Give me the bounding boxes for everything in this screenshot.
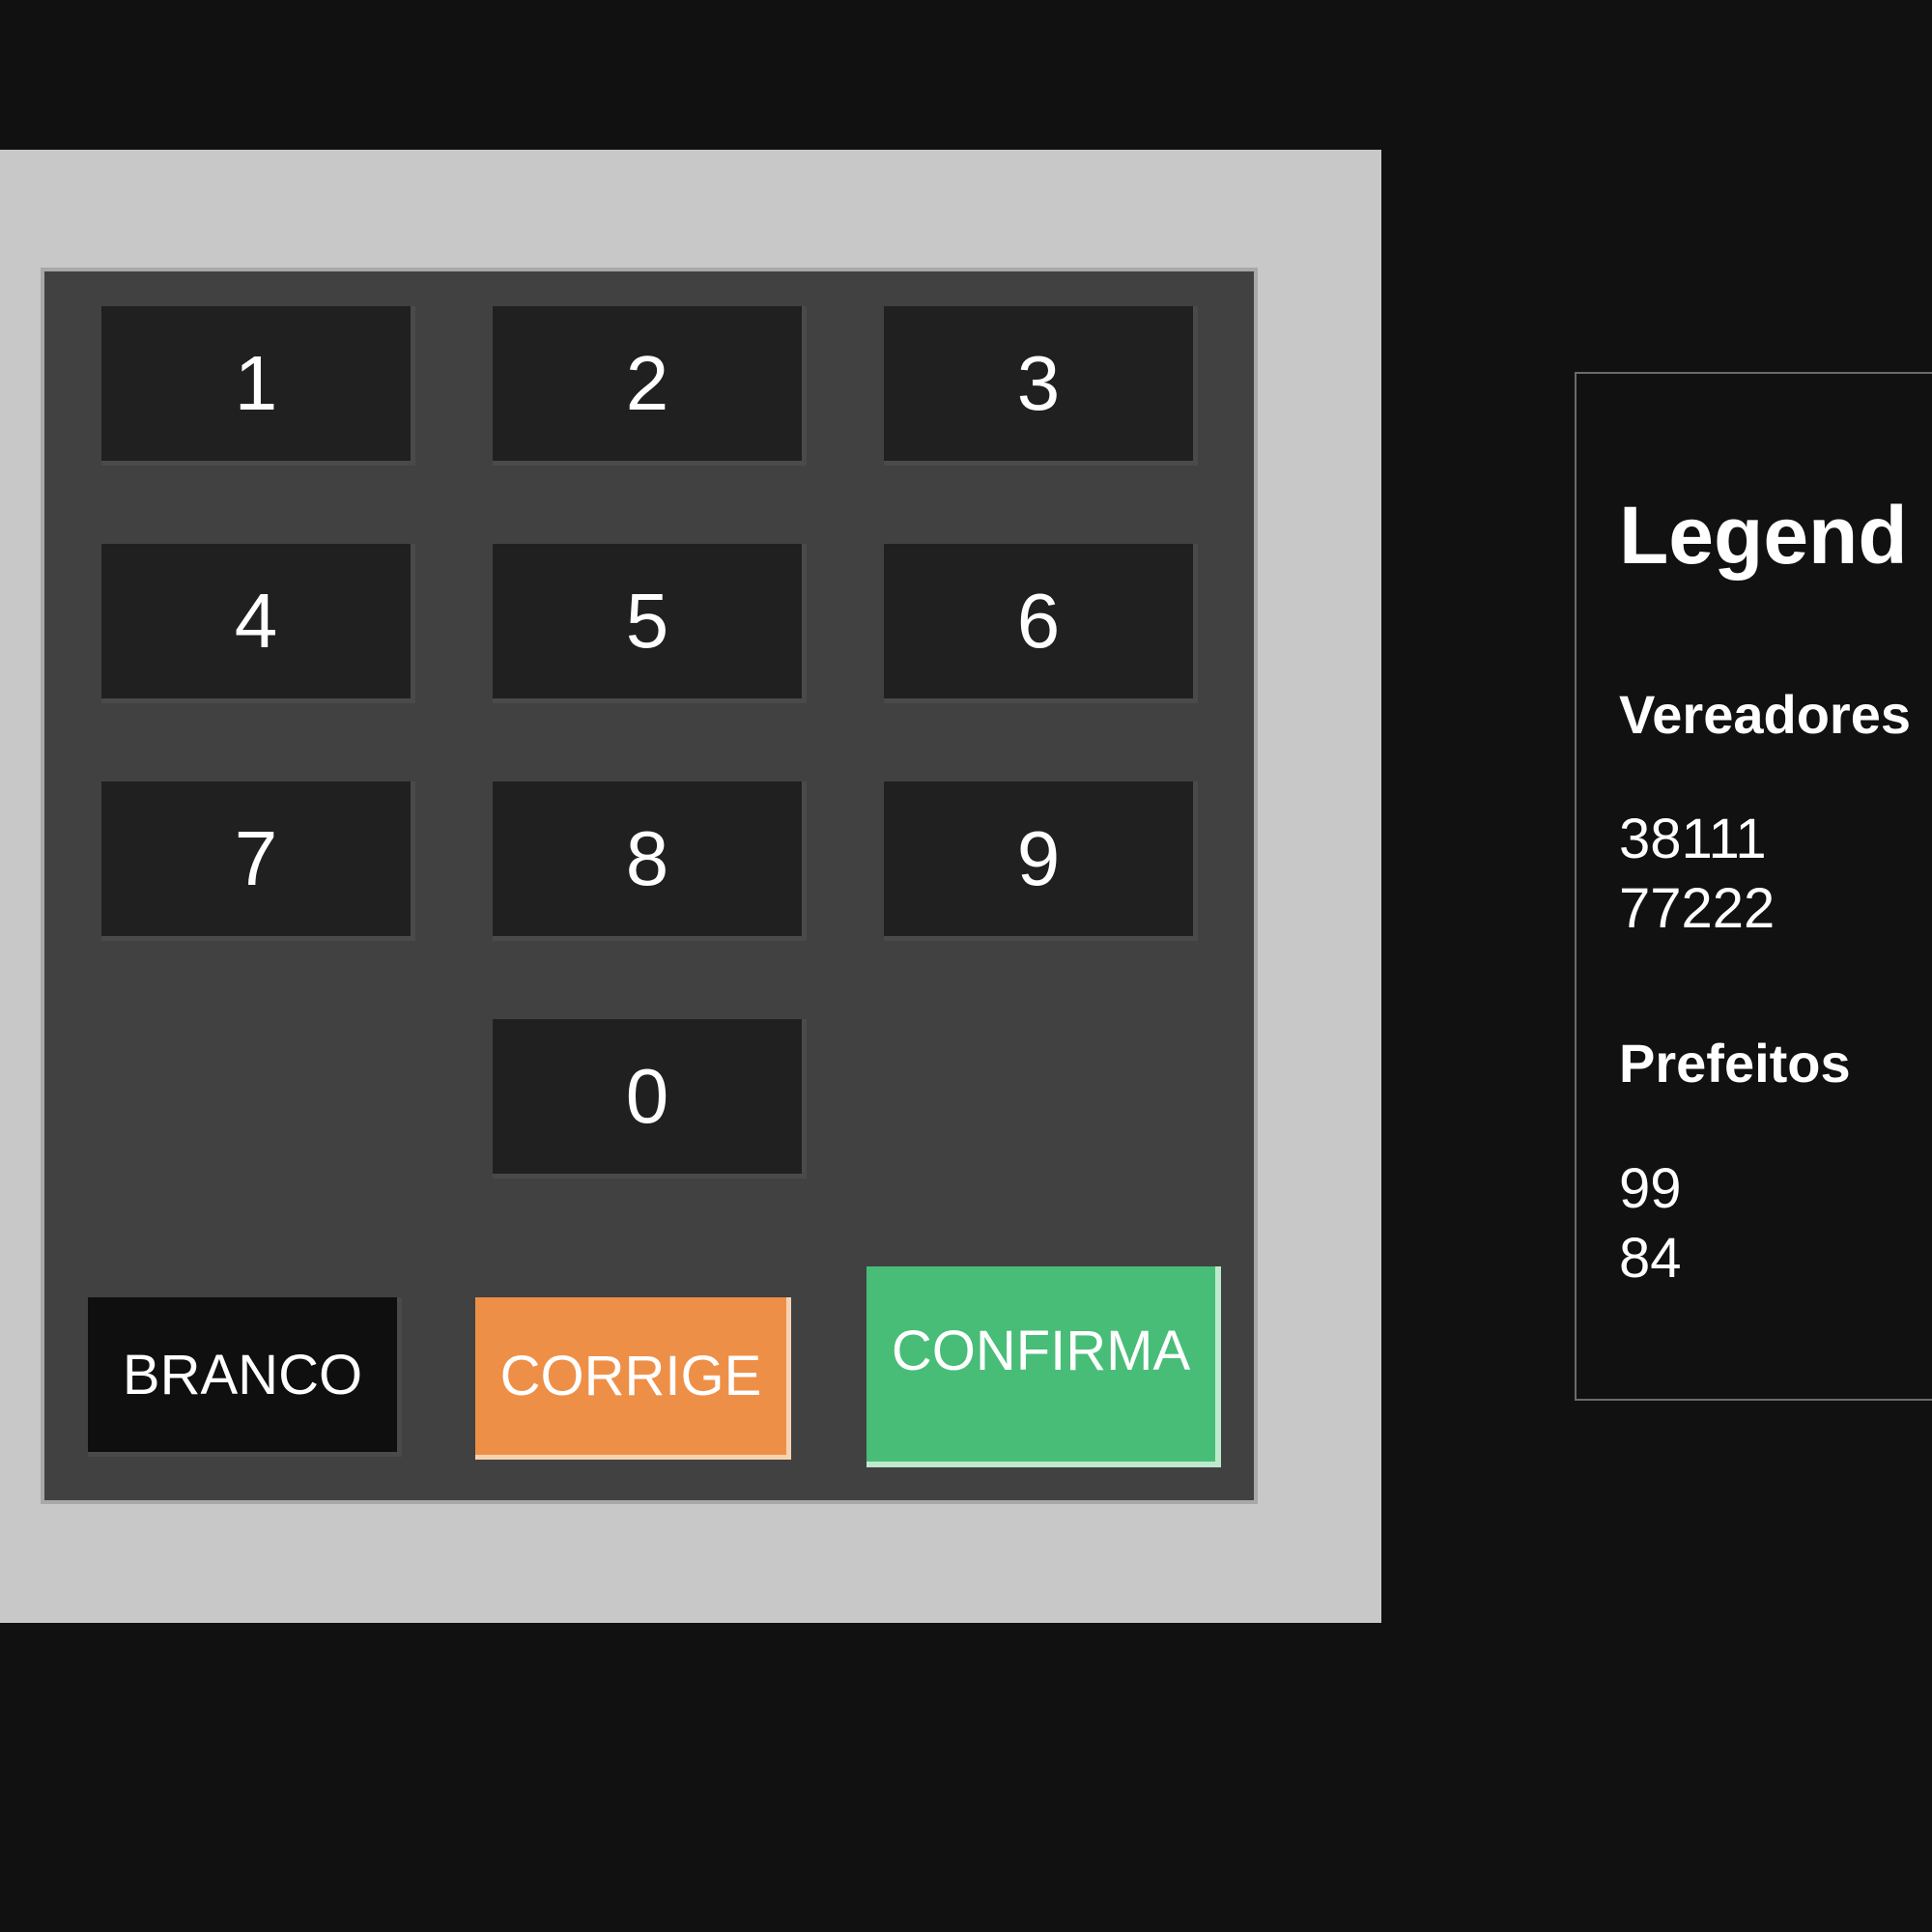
key-2[interactable]: 2: [493, 306, 807, 466]
key-0[interactable]: 0: [493, 1019, 807, 1179]
key-8[interactable]: 8: [493, 781, 807, 941]
confirma-button[interactable]: CONFIRMA: [867, 1266, 1221, 1467]
prefeito-number: 99: [1619, 1157, 1682, 1220]
key-7[interactable]: 7: [101, 781, 415, 941]
legend-title: Legend: [1619, 490, 1908, 581]
urna-body: 1 2 3 4 5 6 7 8 9 0 BRANCO CORRIGE CONFI…: [0, 150, 1381, 1623]
key-9[interactable]: 9: [884, 781, 1198, 941]
prefeitos-heading: Prefeitos: [1619, 1033, 1851, 1094]
prefeitos-list: 99 84: [1619, 1154, 1682, 1293]
keypad: 1 2 3 4 5 6 7 8 9 0 BRANCO CORRIGE CONFI…: [41, 268, 1258, 1504]
vereador-number: 38111: [1619, 808, 1767, 870]
voting-machine-screen: 1 2 3 4 5 6 7 8 9 0 BRANCO CORRIGE CONFI…: [0, 0, 1932, 1932]
vereadores-heading: Vereadores: [1619, 684, 1911, 745]
corrige-button[interactable]: CORRIGE: [475, 1297, 791, 1460]
key-6[interactable]: 6: [884, 544, 1198, 703]
key-3[interactable]: 3: [884, 306, 1198, 466]
key-1[interactable]: 1: [101, 306, 415, 466]
legend-panel: Legend Vereadores 38111 77222 Prefeitos …: [1575, 372, 1932, 1401]
vereador-number: 77222: [1619, 877, 1776, 940]
vereadores-list: 38111 77222: [1619, 805, 1775, 944]
branco-button[interactable]: BRANCO: [88, 1297, 402, 1457]
key-5[interactable]: 5: [493, 544, 807, 703]
prefeito-number: 84: [1619, 1227, 1682, 1290]
key-4[interactable]: 4: [101, 544, 415, 703]
